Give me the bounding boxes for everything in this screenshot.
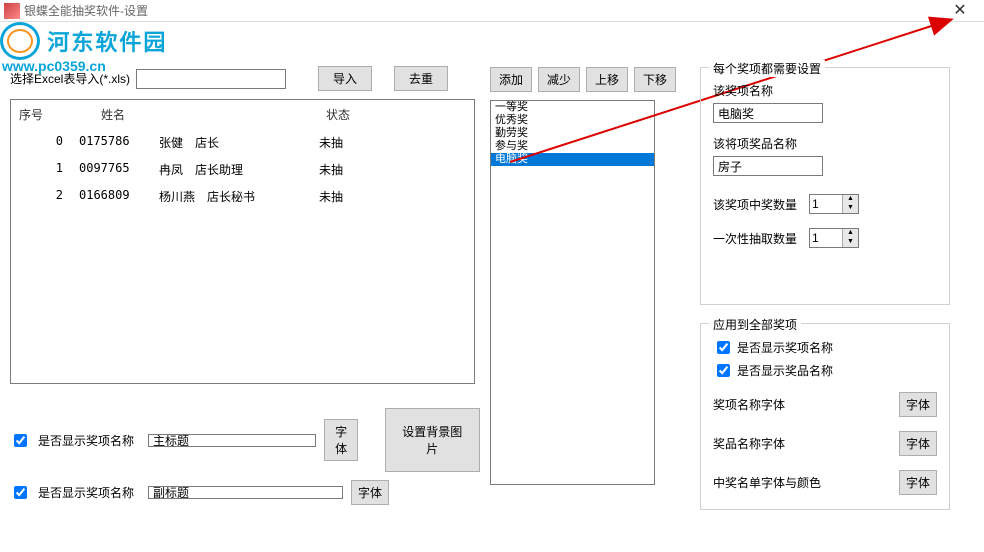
group-label-bottom: 应用到全部奖项 [709,316,801,333]
col-seq: 序号 [11,100,93,129]
col-name: 姓名 [93,100,163,129]
up-button[interactable]: 上移 [586,67,628,92]
item-name-label: 该将项奖品名称 [713,135,937,152]
font-button-1[interactable]: 字体 [324,419,358,461]
watermark-url: www.pc0359.cn [2,58,167,74]
watermark-name: 河东软件园 [47,25,167,57]
group-label-top: 每个奖项都需要设置 [709,60,825,77]
prize-name-input[interactable] [713,103,823,123]
dedup-button[interactable]: 去重 [394,66,448,91]
spin-up-icon[interactable]: ▲ [843,229,858,238]
chk2-label: 是否显示奖项名称 [38,484,134,501]
list-item[interactable]: 电脑奖 [491,153,654,166]
show-item-name-all-chk[interactable] [717,364,730,377]
item-name-input[interactable] [713,156,823,176]
winners-count-label: 该奖项中奖数量 [713,196,797,213]
window-title: 银蝶全能抽奖软件-设置 [24,2,940,19]
list-item[interactable]: 一等奖 [491,101,654,114]
people-table: 序号 姓名 状态 0 0175786 张健 店长 未抽 1 0097765 [10,99,475,384]
down-button[interactable]: 下移 [634,67,676,92]
titlebar: 银蝶全能抽奖软件-设置 ✕ [0,0,984,22]
col-status: 状态 [318,100,398,129]
per-draw-label: 一次性抽取数量 [713,230,797,247]
list-item[interactable]: 勤劳奖 [491,127,654,140]
spin-up-icon[interactable]: ▲ [843,195,858,204]
remove-button[interactable]: 减少 [538,67,580,92]
spin-down-icon[interactable]: ▼ [843,204,858,213]
chk1-label: 是否显示奖项名称 [38,432,134,449]
list-item[interactable]: 参与奖 [491,140,654,153]
main-title-input[interactable] [148,434,316,447]
show-prize-name-all-chk[interactable] [717,341,730,354]
item-font-label: 奖品名称字体 [713,435,785,452]
apply-all-group: 应用到全部奖项 是否显示奖项名称 是否显示奖品名称 奖项名称字体 字体 奖品名称… [700,323,950,510]
per-prize-settings-group: 每个奖项都需要设置 该奖项名称 该将项奖品名称 该奖项中奖数量 ▲▼ [700,67,950,305]
prize-font-button[interactable]: 字体 [899,392,937,417]
list-item[interactable]: 优秀奖 [491,114,654,127]
show-prize-name-chk-1[interactable] [14,434,27,447]
winners-count-spinner[interactable]: ▲▼ [809,194,859,214]
font-button-2[interactable]: 字体 [351,480,389,505]
watermark: 河东软件园 www.pc0359.cn [0,22,167,74]
bg-image-button[interactable]: 设置背景图片 [385,408,480,472]
table-row[interactable]: 1 0097765 冉凤 店长助理 未抽 [11,156,474,183]
prize-font-label: 奖项名称字体 [713,396,785,413]
show-prize-name-chk-2[interactable] [14,486,27,499]
winner-font-button[interactable]: 字体 [899,470,937,495]
per-draw-spinner[interactable]: ▲▼ [809,228,859,248]
winner-font-label: 中奖名单字体与颜色 [713,474,821,491]
close-button[interactable]: ✕ [940,0,980,22]
item-font-button[interactable]: 字体 [899,431,937,456]
prize-name-label: 该奖项名称 [713,82,937,99]
table-row[interactable]: 0 0175786 张健 店长 未抽 [11,129,474,156]
import-button[interactable]: 导入 [318,66,372,91]
add-button[interactable]: 添加 [490,67,532,92]
prize-listbox[interactable]: 一等奖 优秀奖 勤劳奖 参与奖 电脑奖 [490,100,655,485]
table-row[interactable]: 2 0166809 杨川燕 店长秘书 未抽 [11,183,474,210]
app-icon [4,3,20,19]
spin-down-icon[interactable]: ▼ [843,238,858,247]
sub-title-input[interactable] [148,486,343,499]
